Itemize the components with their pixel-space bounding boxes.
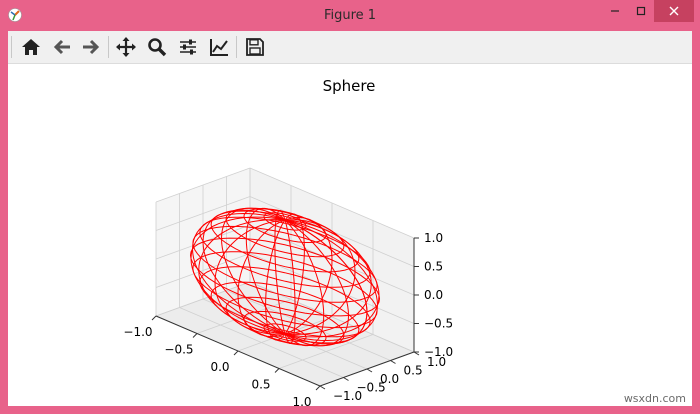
arrow-right-icon <box>83 39 100 55</box>
minimize-button[interactable] <box>602 0 628 22</box>
minimize-icon <box>611 10 619 12</box>
close-icon <box>669 6 679 16</box>
x-tick-label: −0.5 <box>164 343 193 357</box>
x-tick-label: 1.0 <box>292 395 311 406</box>
back-button[interactable] <box>51 36 73 58</box>
z-tick-label: 0.5 <box>424 260 443 274</box>
y-tick-label: 0.5 <box>404 364 423 378</box>
y-tick <box>390 360 396 364</box>
x-tick <box>315 385 321 391</box>
window-title: Figure 1 <box>323 8 377 23</box>
toolbar-separator <box>108 36 109 58</box>
close-button[interactable] <box>654 0 694 22</box>
chart-line-icon <box>210 39 228 56</box>
toolbar-grip <box>11 36 12 58</box>
home-icon <box>22 39 40 55</box>
forward-button[interactable] <box>80 36 102 58</box>
y-tick-label: 0.0 <box>380 372 399 386</box>
sliders-icon <box>180 39 196 55</box>
save-button[interactable] <box>244 36 266 58</box>
configure-subplots-button[interactable] <box>177 36 199 58</box>
maximize-button[interactable] <box>628 0 654 22</box>
x-tick <box>274 368 280 373</box>
chart-title: Sphere <box>323 77 376 95</box>
watermark: wsxdn.com <box>623 392 686 405</box>
z-tick-label: 0.0 <box>424 288 443 302</box>
x-tick <box>233 350 239 356</box>
y-tick-label: 1.0 <box>427 355 446 369</box>
arrow-left-icon <box>53 39 70 55</box>
title-bar: Figure 1 <box>0 0 700 31</box>
maximize-icon <box>636 6 646 16</box>
move-icon <box>116 37 136 57</box>
x-tick-label: 0.5 <box>251 378 270 392</box>
home-button[interactable] <box>20 36 42 58</box>
x-tick-label: −1.0 <box>123 325 152 339</box>
pan-button[interactable] <box>115 36 137 58</box>
y-tick <box>366 368 373 373</box>
navigation-toolbar <box>8 31 692 64</box>
floppy-icon <box>246 38 264 56</box>
sphere-plot: Sphere −1.0−1.0−1.0−0.5−0.5−0.50.00.00.0… <box>123 77 453 406</box>
toolbar-separator <box>236 36 237 58</box>
zoom-button[interactable] <box>146 36 168 58</box>
zoom-icon <box>148 38 167 57</box>
y-tick <box>319 385 326 390</box>
y-tick <box>343 377 349 381</box>
x-tick <box>151 315 157 321</box>
x-tick-label: 0.0 <box>210 360 229 374</box>
z-tick-label: −0.5 <box>424 317 453 331</box>
z-tick-label: 1.0 <box>424 231 443 245</box>
edit-axis-button[interactable] <box>208 36 230 58</box>
figure-canvas[interactable]: Sphere −1.0 −1.0 −1.0 −0.5 −0.5 −0.5 0.0 0.0 0.0… <box>8 64 692 406</box>
x-tick <box>192 333 198 338</box>
